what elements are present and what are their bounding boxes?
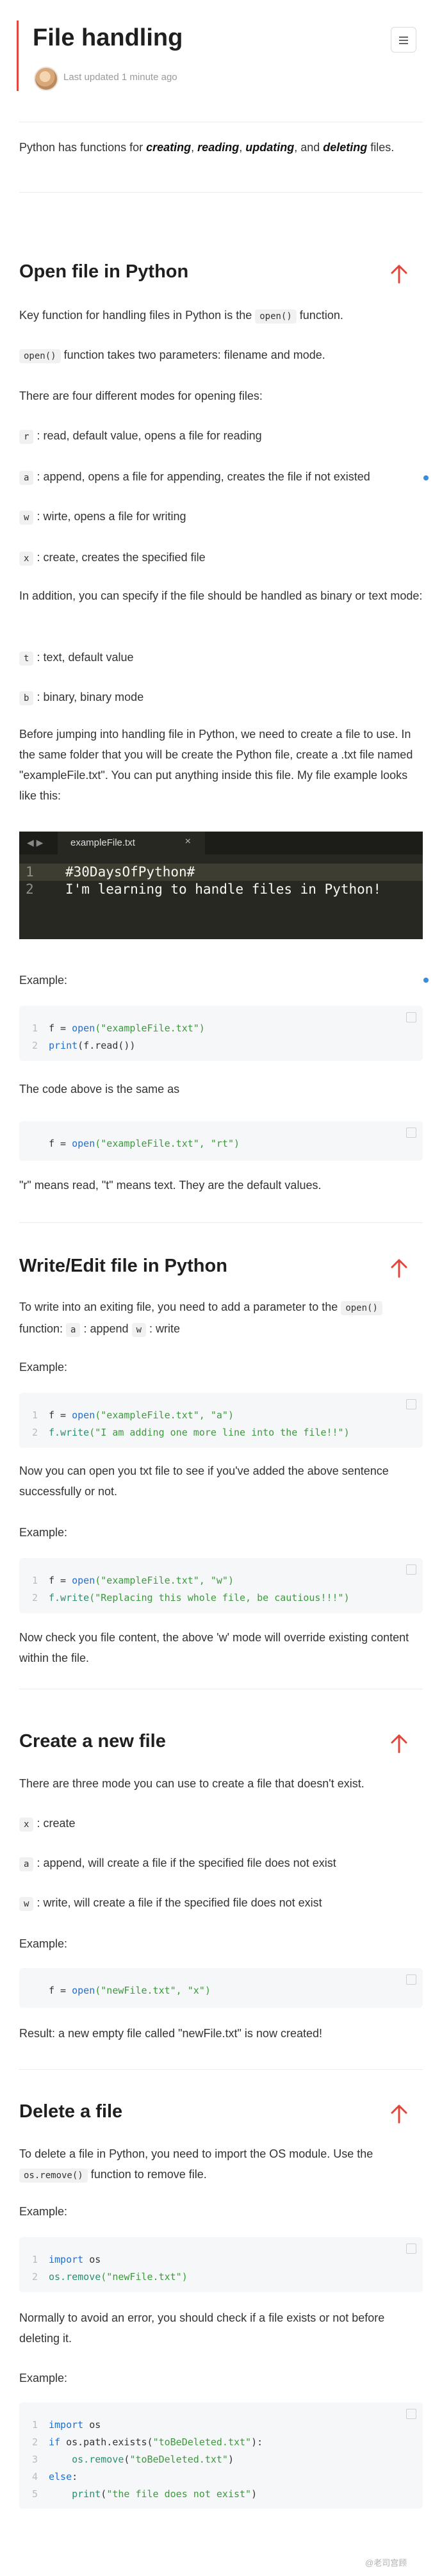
open-paragraph-1: Key function for handling files in Pytho… — [19, 305, 423, 327]
copy-icon[interactable] — [406, 2409, 416, 2419]
copy-icon[interactable] — [406, 1564, 416, 1575]
create-result: Result: a new empty file called "newFile… — [19, 2027, 322, 2040]
copy-icon[interactable] — [406, 1399, 416, 1409]
code-block: f = open("newFile.txt", "x") — [19, 1968, 423, 2008]
example-label: Example: — [19, 1526, 68, 1539]
example-label: Example: — [19, 2205, 68, 2218]
open-paragraph-5: Before jumping into handling file in Pyt… — [19, 728, 413, 802]
section-heading-open: Open file in Python — [19, 261, 189, 282]
mode-item: t : text, default value — [19, 647, 423, 669]
write-paragraph-1: To write into an exiting file, you need … — [19, 1297, 423, 1340]
copy-icon[interactable] — [406, 2244, 416, 2254]
mode-item: x : create — [19, 1813, 423, 1835]
menu-button[interactable] — [391, 27, 416, 53]
author-avatar[interactable] — [34, 67, 58, 91]
code-block: 1 import os 2 os.remove("newFile.txt") — [19, 2237, 423, 2292]
open-paragraph-4: In addition, you can specify if the file… — [19, 589, 423, 602]
intro-paragraph: Python has functions for creating, readi… — [19, 141, 395, 154]
mode-item: w : write, will create a file if the spe… — [19, 1892, 423, 1914]
back-to-top-icon[interactable] — [388, 1258, 410, 1279]
annotation-dot[interactable] — [423, 978, 429, 983]
editor-screenshot: ◀ ▶ exampleFile.txt × 1 2 #30DaysOfPytho… — [19, 832, 423, 939]
code-block: 1 import os 2 if os.path.exists("toBeDelet… — [19, 2402, 423, 2509]
example-label: Example: — [19, 1361, 68, 1374]
menu-icon — [399, 37, 408, 38]
write-paragraph-3: Now check you file content, the above 'w… — [19, 1631, 409, 1664]
editor-tab: exampleFile.txt × — [58, 832, 205, 855]
menu-icon — [399, 43, 408, 44]
delete-paragraph-2: Normally to avoid an error, you should c… — [19, 2311, 385, 2345]
back-to-top-icon[interactable] — [388, 263, 410, 285]
mode-item: w : wirte, opens a file for writing — [19, 506, 423, 528]
tab-nav-arrows-icon: ◀ ▶ — [27, 837, 44, 848]
mode-item: b : binary, binary mode — [19, 687, 423, 709]
divider — [19, 1222, 423, 1223]
page-title: File handling — [33, 24, 183, 51]
article-page: File handling Last updated 1 minute ago … — [0, 0, 442, 2576]
annotation-dot[interactable] — [423, 475, 429, 480]
delete-paragraph-1: To delete a file in Python, you need to … — [19, 2144, 423, 2186]
example-label: Example: — [19, 2372, 68, 2384]
open-paragraph-6: The code above is the same as — [19, 1083, 180, 1095]
editor-tab-bar: ◀ ▶ exampleFile.txt × — [19, 832, 423, 855]
open-paragraph-2: open() function takes two parameters: fi… — [19, 345, 423, 366]
code-block: 1f = open("exampleFile.txt") 2 print(f.re… — [19, 1006, 423, 1061]
copy-icon[interactable] — [406, 1012, 416, 1022]
code-block: 1f = open("exampleFile.txt", "w") 2 f.wri… — [19, 1558, 423, 1613]
copy-icon[interactable] — [406, 1128, 416, 1138]
inline-code: open() — [255, 309, 297, 324]
mode-item: r : read, default value, opens a file fo… — [19, 425, 423, 447]
write-paragraph-2: Now you can open you txt file to see if … — [19, 1464, 389, 1498]
open-paragraph-3: There are four different modes for openi… — [19, 390, 263, 402]
close-icon: × — [184, 836, 191, 847]
section-heading-write: Write/Edit file in Python — [19, 1256, 227, 1276]
back-to-top-icon[interactable] — [388, 2103, 410, 2125]
watermark: @老司宫顾 — [365, 2558, 407, 2568]
section-heading-create: Create a new file — [19, 1731, 166, 1752]
editor-content: #30DaysOfPython# I'm learning to handle f… — [65, 864, 382, 897]
mode-item: a : append, will create a file if the sp… — [19, 1853, 423, 1875]
mode-item: x : create, creates the specified file — [19, 547, 423, 569]
code-block: 1f = open("exampleFile.txt", "a") 2 f.wri… — [19, 1393, 423, 1448]
menu-icon — [399, 40, 408, 41]
open-paragraph-7: "r" means read, "t" means text. They are… — [19, 1179, 322, 1192]
article-header: File handling Last updated 1 minute ago — [17, 21, 429, 91]
create-paragraph-1: There are three mode you can use to crea… — [19, 1777, 364, 1790]
divider — [19, 192, 423, 193]
divider — [19, 2069, 423, 2070]
inline-code: open() — [19, 349, 61, 363]
mode-item: a : append, opens a file for appending, … — [19, 466, 423, 488]
last-updated-text: Last updated 1 minute ago — [63, 72, 177, 83]
code-block: f = open("exampleFile.txt", "rt") — [19, 1121, 423, 1161]
example-label: Example: — [19, 974, 68, 987]
back-to-top-icon[interactable] — [388, 1733, 410, 1755]
copy-icon[interactable] — [406, 1974, 416, 1985]
example-label: Example: — [19, 1937, 68, 1950]
section-heading-delete: Delete a file — [19, 2101, 123, 2122]
line-gutter: 1 2 — [26, 864, 34, 897]
